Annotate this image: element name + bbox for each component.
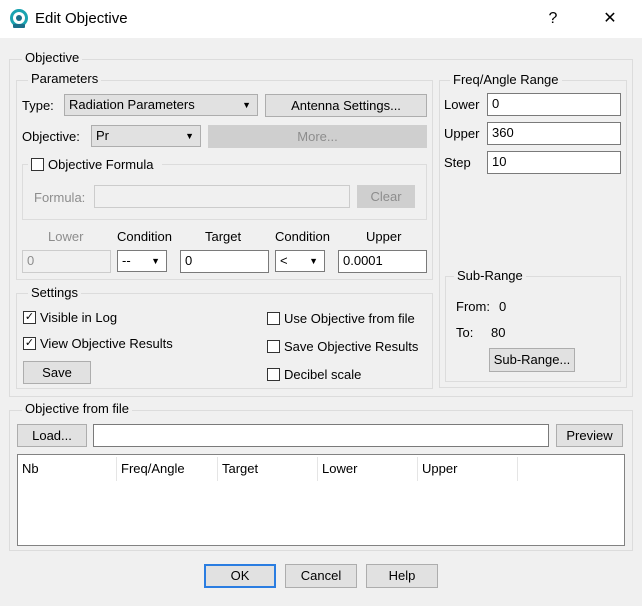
- column-header-freq-angle[interactable]: Freq/Angle: [121, 461, 185, 477]
- clear-button[interactable]: Clear: [357, 185, 415, 208]
- range-step-input[interactable]: 10: [487, 151, 621, 174]
- condition1-value: --: [122, 253, 131, 268]
- type-value: Radiation Parameters: [69, 97, 195, 112]
- parameters-group-label: Parameters: [28, 72, 102, 86]
- column-header-upper[interactable]: Upper: [422, 461, 457, 477]
- preview-button[interactable]: Preview: [556, 424, 623, 447]
- condition1-dropdown[interactable]: -- ▼: [117, 250, 167, 272]
- app-icon: [9, 9, 29, 29]
- condition1-column-label: Condition: [117, 229, 172, 244]
- objective-group-label: Objective: [22, 51, 83, 65]
- sub-range-button[interactable]: Sub-Range...: [489, 348, 575, 372]
- column-header-lower[interactable]: Lower: [322, 461, 357, 477]
- help-title-button[interactable]: ?: [543, 9, 563, 29]
- window-title: Edit Objective: [35, 10, 128, 27]
- file-path-input[interactable]: [93, 424, 549, 447]
- cancel-button[interactable]: Cancel: [285, 564, 357, 588]
- formula-checkbox[interactable]: [31, 158, 44, 171]
- visible-in-log-label[interactable]: Visible in Log: [40, 310, 117, 326]
- sub-range-group-label: Sub-Range: [454, 269, 526, 283]
- lower-bound-input[interactable]: 0: [22, 250, 111, 273]
- decibel-label[interactable]: Decibel scale: [284, 367, 361, 383]
- chevron-down-icon: ▼: [185, 131, 194, 141]
- save-button[interactable]: Save: [23, 361, 91, 384]
- help-button[interactable]: Help: [366, 564, 438, 588]
- target-column-label: Target: [205, 229, 242, 244]
- view-results-checkbox[interactable]: ✓: [23, 337, 36, 350]
- objective-dropdown[interactable]: Pr ▼: [91, 125, 201, 147]
- chevron-down-icon: ▼: [242, 100, 251, 110]
- type-dropdown[interactable]: Radiation Parameters ▼: [64, 94, 258, 116]
- view-results-label[interactable]: View Objective Results: [40, 336, 173, 352]
- column-header-nb[interactable]: Nb: [22, 461, 39, 477]
- save-results-checkbox[interactable]: [267, 340, 280, 353]
- condition2-column-label: Condition: [275, 229, 330, 244]
- upper-bound-input[interactable]: 0.0001: [338, 250, 427, 273]
- more-button[interactable]: More...: [208, 125, 427, 148]
- column-divider: [116, 457, 117, 481]
- range-step-label: Step: [444, 155, 471, 170]
- upper-column-label: Upper: [366, 229, 402, 244]
- visible-in-log-checkbox[interactable]: ✓: [23, 311, 36, 324]
- sub-range-to-value: 80: [491, 325, 506, 340]
- column-divider: [417, 457, 418, 481]
- settings-group-label: Settings: [28, 286, 81, 300]
- from-file-group-label: Objective from file: [22, 402, 133, 416]
- column-divider: [217, 457, 218, 481]
- range-upper-input[interactable]: 360: [487, 122, 621, 145]
- antenna-settings-button[interactable]: Antenna Settings...: [265, 94, 427, 117]
- sub-range-from-value: 0: [499, 299, 507, 314]
- range-lower-input[interactable]: 0: [487, 93, 621, 116]
- target-input[interactable]: 0: [180, 250, 269, 273]
- use-from-file-checkbox[interactable]: [267, 312, 280, 325]
- condition2-value: <: [280, 253, 288, 268]
- chevron-down-icon: ▼: [309, 256, 318, 266]
- range-upper-label: Upper: [444, 126, 480, 141]
- close-icon[interactable]: ✕: [600, 9, 620, 29]
- formula-checkbox-label[interactable]: Objective Formula: [48, 157, 153, 173]
- column-header-target[interactable]: Target: [222, 461, 258, 477]
- decibel-checkbox[interactable]: [267, 368, 280, 381]
- condition2-dropdown[interactable]: < ▼: [275, 250, 325, 272]
- ok-button[interactable]: OK: [204, 564, 276, 588]
- objective-file-table[interactable]: Nb Freq/Angle Target Lower Upper: [17, 454, 625, 546]
- sub-range-to-label: To:: [456, 325, 474, 340]
- save-results-label[interactable]: Save Objective Results: [284, 339, 418, 355]
- column-divider: [317, 457, 318, 481]
- chevron-down-icon: ▼: [151, 256, 160, 266]
- formula-label: Formula:: [34, 190, 86, 205]
- objective-value: Pr: [96, 128, 109, 143]
- range-lower-label: Lower: [444, 97, 480, 112]
- column-divider: [517, 457, 518, 481]
- use-from-file-label[interactable]: Use Objective from file: [284, 311, 415, 327]
- load-button[interactable]: Load...: [17, 424, 87, 447]
- formula-input[interactable]: [94, 185, 350, 208]
- lower-column-label: Lower: [48, 229, 84, 244]
- sub-range-from-label: From:: [456, 299, 490, 314]
- freq-range-group-label: Freq/Angle Range: [450, 73, 562, 87]
- type-label: Type:: [22, 98, 54, 113]
- objective-label: Objective:: [22, 129, 80, 144]
